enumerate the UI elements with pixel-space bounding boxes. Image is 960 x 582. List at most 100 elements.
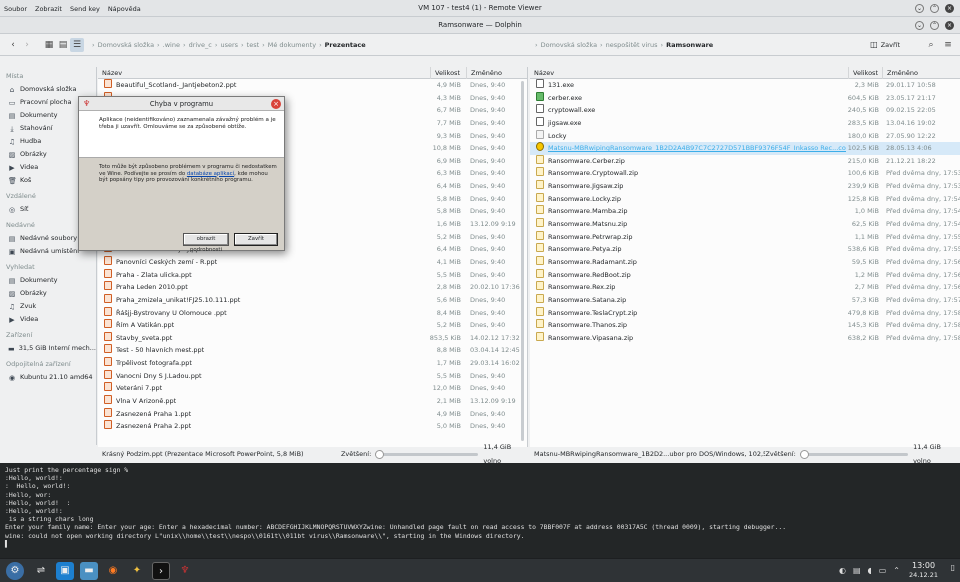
menu-napoveda[interactable]: Nápověda: [108, 5, 141, 13]
tray-expand-icon[interactable]: ⌃: [893, 566, 900, 575]
file-row[interactable]: Ransomware.Thanos.zip 145,3 KiB Před dvěma…: [530, 319, 960, 332]
left-crumb[interactable]: .wine: [163, 41, 180, 49]
right-crumb[interactable]: Domovská složka: [541, 41, 597, 49]
right-zoom-slider[interactable]: [799, 449, 909, 459]
sidebar-item[interactable]: ▬ 31,5 GiB Interní mech...: [0, 342, 96, 355]
left-crumb[interactable]: Mé dokumenty: [268, 41, 316, 49]
file-row[interactable]: Ransomware.TeslaCrypt.zip 479,8 KiB Před d…: [530, 306, 960, 320]
file-row[interactable]: Ransomware.Cerber.zip 215,0 KiB 21.12.21 1…: [530, 154, 960, 168]
file-manager-icon[interactable]: ▬: [80, 561, 98, 580]
breadcrumb-root-icon[interactable]: ›: [92, 41, 95, 49]
column-modified[interactable]: Změněno: [882, 67, 918, 79]
file-row[interactable]: Ransomware.Rex.zip 2,7 MiB Před dvěma dny,…: [530, 281, 960, 294]
file-row[interactable]: Vanocni Dny S J.Ladou.ppt 5,5 MiB Dnes, 9:…: [98, 369, 527, 383]
clock[interactable]: 13:00 24.12.21: [909, 561, 938, 579]
right-crumb[interactable]: Ramsonware: [666, 41, 713, 49]
left-crumb[interactable]: users: [220, 41, 238, 49]
file-row[interactable]: Zasnezená Praha 1.ppt 4,9 MiB Dnes, 9:40: [98, 407, 527, 421]
file-row[interactable]: Ransomware.Radamant.zip 59,5 KiB Před dvěm…: [530, 255, 960, 269]
menu-zobrazit[interactable]: Zobrazit: [35, 5, 62, 13]
close-icon[interactable]: ×: [271, 99, 281, 109]
menu-soubor[interactable]: Soubor: [4, 5, 27, 13]
file-row[interactable]: jigsaw.exe 283,5 KiB 13.04.16 19:02: [530, 116, 960, 130]
clipboard-icon[interactable]: ▤: [853, 566, 861, 575]
file-row[interactable]: Řím A Vatikán.ppt 5,2 MiB Dnes, 9:40: [98, 319, 527, 332]
file-row[interactable]: Panovníci Ceských zemí - R.ppt 4,1 MiB Dne…: [98, 255, 527, 269]
sidebar-item[interactable]: ♫ Zvuk: [0, 300, 96, 313]
search-icon[interactable]: ⌕: [924, 38, 938, 52]
sidebar-item[interactable]: ▨ Obrázky: [0, 287, 96, 300]
file-row[interactable]: 131.exe 2,3 MiB 29.01.17 10:58: [530, 79, 960, 92]
minimize-icon[interactable]: ⌄: [915, 4, 924, 13]
wine-app-icon[interactable]: ✦: [128, 562, 146, 580]
left-crumb[interactable]: drive_c: [189, 41, 212, 49]
file-row[interactable]: Beautiful_Scotland-_Jantjebeton2.ppt 4,9 …: [98, 79, 527, 92]
maximize-icon[interactable]: ⌃: [930, 4, 939, 13]
file-row[interactable]: Ransomware.Jigsaw.zip 239,9 KiB Před dvěma…: [530, 180, 960, 193]
firefox-icon[interactable]: ◉: [104, 562, 122, 580]
column-size[interactable]: Velikost: [848, 67, 878, 79]
hamburger-menu-icon[interactable]: ≡: [941, 38, 955, 52]
icons-view-icon[interactable]: ▦: [42, 38, 56, 52]
close-split-button[interactable]: ◫ Zavřít: [870, 40, 900, 49]
file-row[interactable]: Řášjj-Bystrovany U Olomouce .ppt 8,4 MiB D…: [98, 306, 527, 320]
sidebar-item[interactable]: ▤ Dokumenty: [0, 274, 96, 287]
left-scrollbar[interactable]: [521, 81, 524, 441]
file-row[interactable]: Ransomware.Petya.zip 538,6 KiB Před dvěma …: [530, 243, 960, 256]
file-row[interactable]: Zasnezená Praha 2.ppt 5,0 MiB Dnes, 9:40: [98, 420, 527, 433]
maximize-icon[interactable]: ⌃: [930, 21, 939, 30]
column-modified[interactable]: Změněno: [466, 67, 502, 79]
column-name[interactable]: Název: [98, 67, 122, 79]
left-crumb[interactable]: Prezentace: [325, 41, 366, 49]
back-icon[interactable]: ‹: [6, 38, 20, 52]
file-row[interactable]: Vlna V Arizoně.ppt 2,1 MiB 13.12.09 9:19: [98, 395, 527, 408]
show-details-button[interactable]: obrazit podrobnosti: [183, 233, 229, 253]
file-row[interactable]: Praha_zmizela_unikat!FJ25.10.111.ppt 5,6 …: [98, 293, 527, 307]
file-row[interactable]: Stavby_sveta.ppt 853,5 KiB 14.02.12 17:32: [98, 331, 527, 345]
column-name[interactable]: Název: [530, 67, 554, 79]
show-desktop-icon[interactable]: ▯: [951, 563, 955, 572]
right-crumb[interactable]: nespošitět virus: [606, 41, 658, 49]
sidebar-item[interactable]: ◉ Kubuntu 21.10 amd64: [0, 371, 96, 384]
app-database-link[interactable]: databáze aplikací: [187, 171, 234, 177]
dialog-close-button[interactable]: Zavřít: [234, 233, 278, 246]
file-row[interactable]: Matsnu-MBRwipingRansomware_1B2D2A4B97C7C…: [530, 142, 960, 155]
details-view-icon[interactable]: ☰: [70, 37, 84, 52]
close-icon[interactable]: ×: [945, 21, 954, 30]
network-icon[interactable]: ▭: [879, 566, 887, 575]
file-row[interactable]: Ransomware.Mamba.zip 1,0 MiB Před dvěma dn…: [530, 205, 960, 218]
file-row[interactable]: Locky 180,0 KiB 27.05.90 12:22: [530, 129, 960, 143]
column-size[interactable]: Velikost: [430, 67, 460, 79]
sidebar-item[interactable]: ▶ Videa: [0, 313, 96, 326]
file-row[interactable]: Ransomware.Satana.zip 57,3 KiB Před dvěma …: [530, 293, 960, 307]
file-row[interactable]: Ransomware.Matsnu.zip 62,5 KiB Před dvěma …: [530, 218, 960, 231]
sidebar-item[interactable]: ⌂ Domovská složka: [0, 83, 96, 96]
file-row[interactable]: Ransomware.Locky.zip 125,8 KiB Před dvěma …: [530, 192, 960, 206]
close-icon[interactable]: ×: [945, 4, 954, 13]
file-row[interactable]: cryptowall.exe 240,5 KiB 09.02.15 22:05: [530, 104, 960, 117]
left-zoom-slider[interactable]: [375, 449, 479, 459]
file-row[interactable]: Praha - Zlata ulicka.ppt 5,5 MiB Dnes, 9:4…: [98, 268, 527, 282]
discover-icon[interactable]: ▣: [56, 561, 74, 580]
file-row[interactable]: Test - 50 hlavních mest.ppt 8,8 MiB 03.04.…: [98, 344, 527, 357]
file-row[interactable]: Ransomware.Petrwrap.zip 1,1 MiB Před dvěma…: [530, 230, 960, 244]
minimize-icon[interactable]: ⌄: [915, 21, 924, 30]
app-launcher-icon[interactable]: ⚙: [6, 561, 24, 580]
file-row[interactable]: Praha Leden 2010.ppt 2,8 MiB 20.02.10 17:3…: [98, 281, 527, 294]
file-row[interactable]: cerber.exe 604,5 KiB 23.05.17 21:17: [530, 91, 960, 105]
file-row[interactable]: Ransomware.RedBoot.zip 1,2 MiB Před dvěma …: [530, 268, 960, 282]
settings-icon[interactable]: ⇌: [32, 562, 50, 580]
terminal-icon[interactable]: ›: [152, 561, 170, 580]
menu-send-key[interactable]: Send key: [70, 5, 100, 13]
terminal-output[interactable]: Just print the percentage sign %:Hello, …: [0, 463, 960, 558]
compact-view-icon[interactable]: ▤: [56, 38, 70, 52]
file-row[interactable]: Ransomware.Cryptowall.zip 100,6 KiB Před d…: [530, 167, 960, 180]
left-crumb[interactable]: Domovská složka: [98, 41, 154, 49]
file-row[interactable]: Ransomware.Vipasana.zip 638,2 KiB Před dvě…: [530, 331, 960, 345]
volume-icon[interactable]: ◖: [868, 566, 872, 575]
left-crumb[interactable]: test: [247, 41, 259, 49]
breadcrumb-root-icon[interactable]: ›: [535, 41, 538, 49]
notifications-icon[interactable]: ◐: [839, 566, 846, 575]
forward-icon[interactable]: ›: [20, 38, 34, 52]
wine-glass-icon[interactable]: ♆: [176, 562, 194, 580]
